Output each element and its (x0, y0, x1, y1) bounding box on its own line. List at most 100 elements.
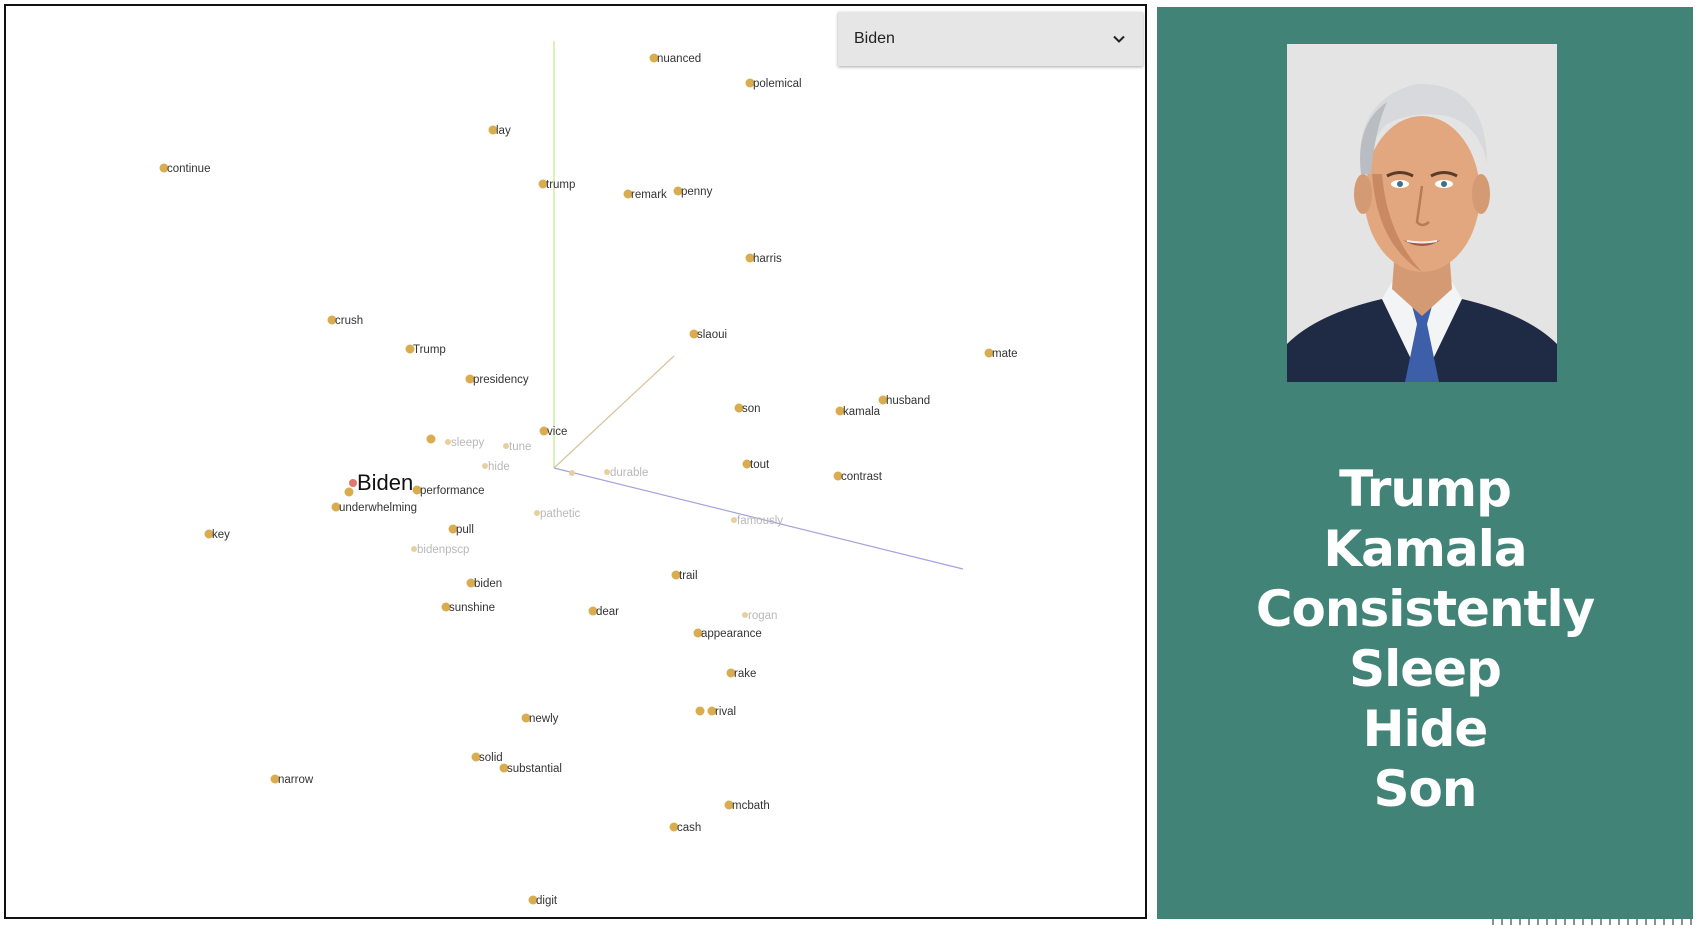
word-point[interactable]: dear (588, 606, 620, 618)
word-label[interactable]: underwhelming (339, 502, 417, 514)
word-point[interactable]: pathetic (534, 508, 581, 520)
word-point[interactable]: slaoui (689, 329, 728, 341)
word-label[interactable]: tout (750, 459, 770, 471)
word-label[interactable]: Trump (413, 344, 446, 356)
word-label[interactable]: penny (681, 186, 713, 198)
word-label[interactable]: son (742, 403, 761, 415)
word-point[interactable]: husband (878, 395, 931, 407)
word-label[interactable]: dear (596, 606, 619, 618)
word-point[interactable] (695, 706, 705, 716)
query-label[interactable]: Biden (357, 470, 413, 495)
word-dot[interactable] (569, 470, 575, 476)
word-point[interactable]: substantial (499, 763, 562, 775)
word-point[interactable]: mate (984, 348, 1018, 360)
word-point[interactable]: solid (471, 752, 503, 764)
embedding-plot[interactable]: nuanced polemical lay continue trump remark pe… (6, 6, 1147, 919)
word-dot[interactable] (426, 434, 436, 444)
word-point[interactable]: sunshine (441, 602, 496, 614)
word-point[interactable]: contrast (833, 471, 883, 483)
word-point[interactable]: penny (673, 186, 713, 198)
word-label[interactable]: rogan (748, 610, 777, 622)
word-point[interactable]: rogan (742, 610, 777, 622)
word-point[interactable]: tune (503, 441, 531, 453)
word-point[interactable]: pull (448, 524, 474, 536)
query-dot[interactable] (349, 479, 357, 487)
word-label[interactable]: digit (536, 895, 558, 907)
word-label[interactable]: sleepy (451, 437, 484, 449)
word-label[interactable]: hide (488, 461, 510, 473)
word-point[interactable]: mcbath (724, 800, 770, 812)
word-point[interactable]: trail (671, 570, 698, 582)
word-point[interactable]: sleepy (445, 437, 484, 449)
query-point[interactable]: Biden (349, 470, 413, 495)
word-label[interactable]: harris (753, 253, 782, 265)
word-point[interactable]: biden (466, 578, 503, 590)
word-label[interactable]: substantial (507, 763, 562, 775)
word-label[interactable]: trail (679, 570, 698, 582)
word-point[interactable]: rake (726, 668, 757, 680)
word-point[interactable]: cash (669, 822, 702, 834)
word-label[interactable]: crush (335, 315, 363, 327)
word-point[interactable]: crush (327, 315, 364, 327)
word-point[interactable]: presidency (465, 374, 529, 386)
word-label[interactable]: cash (677, 822, 701, 834)
word-label[interactable]: rake (734, 668, 756, 680)
word-label[interactable]: newly (529, 713, 559, 725)
word-label[interactable]: biden (474, 578, 502, 590)
word-point[interactable]: polemical (745, 78, 802, 90)
word-label[interactable]: rival (715, 706, 736, 718)
word-label[interactable]: continue (167, 163, 210, 175)
word-point[interactable]: son (734, 403, 761, 415)
word-point[interactable]: continue (159, 163, 211, 175)
word-dropdown[interactable]: Biden (838, 12, 1143, 66)
word-label[interactable]: performance (420, 485, 485, 497)
word-label[interactable]: key (212, 529, 230, 541)
word-label[interactable]: tune (509, 441, 531, 453)
word-label[interactable]: pathetic (540, 508, 581, 520)
word-label[interactable]: nuanced (657, 53, 701, 65)
word-label[interactable]: bidenpscp (417, 544, 469, 556)
word-point[interactable]: trump (538, 179, 576, 191)
word-point[interactable]: Trump (405, 344, 446, 356)
word-label[interactable]: polemical (753, 78, 802, 90)
word-label[interactable]: mate (992, 348, 1018, 360)
word-point[interactable]: bidenpscp (411, 544, 469, 556)
word-label[interactable]: durable (610, 467, 648, 479)
word-label[interactable]: husband (886, 395, 930, 407)
word-label[interactable]: appearance (701, 628, 762, 640)
word-point[interactable]: vice (539, 426, 568, 438)
word-point[interactable]: newly (521, 713, 559, 725)
word-label[interactable]: slaoui (697, 329, 727, 341)
word-point[interactable]: kamala (835, 406, 881, 418)
word-label[interactable]: remark (631, 189, 667, 201)
word-point[interactable] (569, 470, 575, 476)
embedding-projector-panel[interactable]: nuanced polemical lay continue trump remark pe… (4, 4, 1147, 919)
word-dot[interactable] (695, 706, 705, 716)
word-point[interactable]: narrow (270, 774, 314, 786)
word-label[interactable]: pull (456, 524, 474, 536)
word-point[interactable]: durable (604, 467, 648, 479)
word-label[interactable]: presidency (473, 374, 529, 386)
word-label[interactable]: trump (546, 179, 575, 191)
word-label[interactable]: solid (479, 752, 503, 764)
word-label[interactable]: narrow (278, 774, 314, 786)
word-point[interactable]: famously (731, 515, 783, 527)
word-point[interactable]: performance (412, 485, 485, 497)
word-point[interactable] (426, 434, 436, 444)
word-point[interactable]: rival (707, 706, 737, 718)
word-point[interactable]: digit (528, 895, 558, 907)
word-label[interactable]: contrast (841, 471, 883, 483)
word-label[interactable]: kamala (843, 406, 881, 418)
word-point[interactable]: hide (482, 461, 510, 473)
word-point[interactable]: lay (488, 125, 511, 137)
word-point[interactable]: harris (745, 253, 783, 265)
word-label[interactable]: famously (737, 515, 783, 527)
word-label[interactable]: mcbath (732, 800, 770, 812)
word-point[interactable]: underwhelming (331, 502, 418, 514)
word-point[interactable]: key (204, 529, 231, 541)
word-point[interactable]: nuanced (649, 53, 702, 65)
word-point[interactable] (344, 487, 354, 497)
word-point[interactable]: appearance (693, 628, 762, 640)
word-point[interactable]: tout (742, 459, 770, 471)
word-label[interactable]: vice (547, 426, 567, 438)
